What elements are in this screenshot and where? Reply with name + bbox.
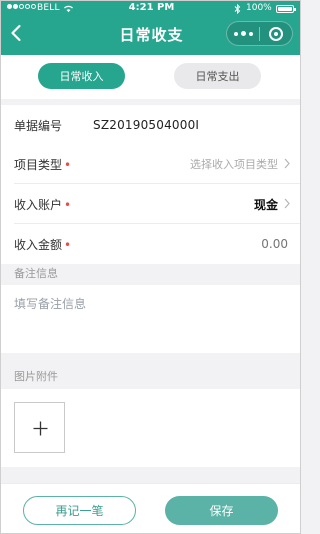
account-label: 收入账户 • bbox=[14, 197, 72, 212]
account-value: 现金 bbox=[253, 197, 278, 212]
record-another-button[interactable]: 再记一笔 bbox=[23, 496, 136, 525]
capsule-menu bbox=[226, 21, 293, 46]
battery-percent: 100% bbox=[246, 3, 272, 13]
doc-number-row: 单据编号 SZ20190504000I bbox=[1, 105, 300, 145]
doc-number-label: 单据编号 bbox=[14, 118, 63, 133]
item-type-row[interactable]: 项目类型 • 选择收入项目类型 bbox=[1, 144, 300, 184]
required-mark: • bbox=[64, 197, 72, 212]
item-type-label: 项目类型 • bbox=[14, 157, 72, 172]
tab-bar: 日常收入 日常支出 bbox=[1, 55, 300, 99]
notes-box bbox=[1, 285, 300, 353]
tab-daily-income[interactable]: 日常收入 bbox=[38, 63, 125, 89]
tab-daily-expense[interactable]: 日常支出 bbox=[174, 63, 261, 89]
save-button[interactable]: 保存 bbox=[165, 496, 278, 525]
plus-icon bbox=[33, 421, 48, 436]
notes-section-label: 备注信息 bbox=[14, 267, 58, 280]
amount-row: 收入金额 • bbox=[1, 224, 300, 264]
item-type-placeholder: 选择收入项目类型 bbox=[190, 158, 278, 171]
footer-bar: 再记一笔 保存 bbox=[1, 483, 300, 533]
account-row[interactable]: 收入账户 • 现金 bbox=[1, 184, 300, 224]
target-circle-icon[interactable] bbox=[260, 22, 292, 45]
status-bar: BELL 4:21 PM 100% bbox=[1, 1, 300, 17]
attachments-section-label: 图片附件 bbox=[14, 370, 58, 383]
amount-input[interactable] bbox=[168, 237, 288, 251]
add-image-button[interactable] bbox=[14, 402, 65, 453]
chevron-right-icon bbox=[284, 158, 290, 169]
amount-label: 收入金额 • bbox=[14, 237, 72, 252]
attachments-box bbox=[1, 389, 300, 467]
bluetooth-icon bbox=[234, 4, 241, 14]
notes-textarea[interactable] bbox=[14, 295, 289, 345]
doc-number-value: SZ20190504000I bbox=[93, 118, 200, 132]
chevron-right-icon bbox=[284, 198, 290, 209]
required-mark: • bbox=[64, 237, 72, 252]
more-dots-icon[interactable] bbox=[227, 22, 259, 45]
required-mark: • bbox=[64, 157, 72, 172]
app-frame: BELL 4:21 PM 100% 日常收支 日常收入 日常支出 单据编号 SZ… bbox=[0, 0, 301, 534]
header: BELL 4:21 PM 100% 日常收支 bbox=[1, 1, 300, 55]
battery-icon bbox=[276, 5, 296, 13]
